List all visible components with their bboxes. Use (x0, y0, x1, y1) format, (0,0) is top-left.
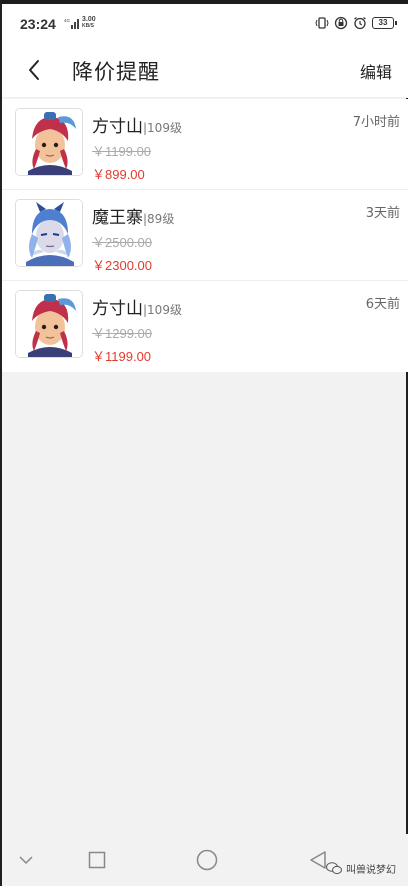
mowangzhai-avatar (15, 199, 83, 267)
wechat-icon (326, 862, 342, 875)
recent-apps-icon[interactable] (88, 851, 106, 869)
item-name: 魔王寨 (92, 208, 143, 228)
item-name: 方寸山 (92, 117, 143, 137)
current-price: ￥899.00 (92, 167, 145, 182)
current-price: ￥1199.00 (92, 349, 152, 364)
list-item[interactable]: 方寸山|109级 ￥1299.00 ￥1199.00 6天前 (2, 281, 408, 372)
watermark: 叫兽说梦幻 (326, 861, 396, 876)
original-price: ￥1299.00 (92, 326, 152, 341)
fangcunshan-avatar (15, 108, 83, 176)
page-title: 降价提醒 (72, 60, 160, 84)
item-time: 6天前 (365, 297, 400, 312)
phone-frame: 23:24 4G 3.00 KB/S 33 降价提醒 编辑 方寸山|109级 ￥… (0, 0, 408, 886)
edit-button[interactable]: 编辑 (360, 59, 392, 83)
svg-text:4G: 4G (64, 18, 71, 23)
chevron-down-icon[interactable] (18, 854, 34, 866)
back-triangle-icon[interactable] (308, 850, 328, 870)
status-bar: 23:24 4G 3.00 KB/S 33 (2, 0, 408, 44)
fangcunshan-avatar (15, 290, 83, 358)
item-title: 魔王寨|89级 (92, 203, 174, 228)
item-time: 7小时前 (352, 115, 400, 130)
character-portrait-icon (16, 291, 82, 357)
item-title: 方寸山|109级 (92, 294, 182, 319)
item-level: |89级 (143, 212, 175, 226)
item-title: 方寸山|109级 (92, 112, 182, 137)
original-price: ￥2500.00 (92, 235, 152, 250)
status-icons: 33 (315, 15, 397, 31)
watermark-text: 叫兽说梦幻 (346, 865, 396, 876)
list-item[interactable]: 方寸山|109级 ￥1199.00 ￥899.00 7小时前 (2, 99, 408, 190)
system-nav-bar: 叫兽说梦幻 (2, 834, 408, 886)
character-portrait-icon (16, 200, 82, 266)
item-name: 方寸山 (92, 299, 143, 319)
status-time: 23:24 (20, 16, 56, 32)
item-level: |109级 (143, 303, 182, 317)
app-header: 降价提醒 编辑 (2, 44, 408, 98)
vibrate-icon (315, 17, 329, 29)
price-drop-list: 方寸山|109级 ￥1199.00 ￥899.00 7小时前 魔王寨|89级 ￥… (2, 99, 408, 372)
original-price: ￥1199.00 (92, 144, 152, 159)
item-level: |109级 (143, 121, 182, 135)
current-price: ￥2300.00 (92, 258, 152, 273)
alarm-icon (354, 17, 366, 30)
home-icon[interactable] (196, 849, 218, 871)
character-portrait-icon (16, 109, 82, 175)
list-item[interactable]: 魔王寨|89级 ￥2500.00 ￥2300.00 3天前 (2, 190, 408, 281)
item-time: 3天前 (365, 206, 400, 221)
back-arrow-icon[interactable] (22, 57, 48, 83)
net-speed: 3.00 KB/S (82, 16, 96, 29)
battery-icon: 33 (372, 17, 397, 29)
signal-icon: 4G (64, 18, 79, 29)
lock-rotation-icon (334, 16, 348, 30)
